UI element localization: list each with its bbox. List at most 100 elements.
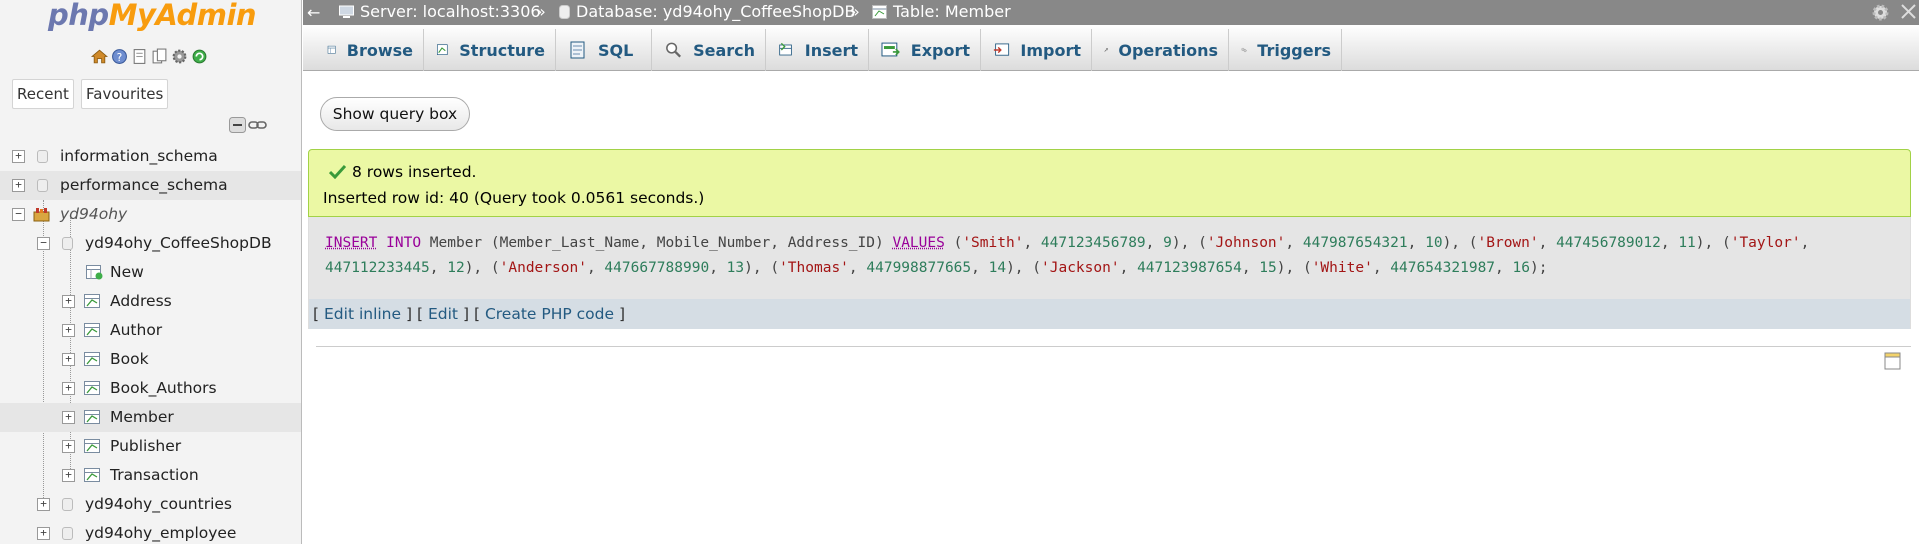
copy-icon[interactable]	[151, 48, 168, 65]
table-icon	[872, 5, 887, 19]
tab-structure[interactable]: Structure	[424, 29, 556, 71]
breadcrumb-server[interactable]: Server: localhost:3306	[339, 0, 541, 24]
tree-item-table-author[interactable]: + Author	[0, 316, 301, 345]
collapse-icon[interactable]: −	[12, 208, 25, 221]
tree-item-information-schema[interactable]: + information_schema	[0, 142, 301, 171]
collapse-icon[interactable]: −	[37, 237, 50, 250]
collapse-arrows-icon[interactable]	[1900, 3, 1917, 20]
settings-icon[interactable]	[171, 48, 188, 65]
tree-item-employee[interactable]: + yd94ohy_employee	[0, 519, 301, 544]
reload-icon[interactable]	[191, 48, 208, 65]
breadcrumb-table[interactable]: Table: Member	[872, 0, 1011, 24]
sql-value-tuple: ('Thomas', 447998877665, 14),	[770, 260, 1033, 276]
sql-number-value: 11	[1678, 235, 1696, 251]
expand-icon[interactable]: +	[62, 411, 75, 424]
breadcrumb-separator: »	[536, 2, 546, 21]
info-icon[interactable]: ?	[111, 48, 128, 65]
breadcrumb: ← Server: localhost:3306 » Database: yd9…	[303, 0, 1919, 25]
tab-operations[interactable]: Operations	[1092, 29, 1229, 71]
tree-item-performance-schema[interactable]: + performance_schema	[0, 171, 301, 200]
sql-number-value: 9	[1163, 235, 1172, 251]
tab-browse[interactable]: Browse	[315, 29, 424, 71]
toggle-navigation-icon[interactable]: ←	[307, 0, 320, 25]
sql-string-value: 'Smith'	[962, 235, 1024, 251]
sql-value-tuple: ('Jackson', 447123987654, 15),	[1032, 260, 1303, 276]
expand-icon[interactable]: +	[37, 498, 50, 511]
expand-icon[interactable]: +	[62, 295, 75, 308]
search-icon	[666, 42, 682, 58]
import-icon	[993, 43, 1010, 56]
tree-item-table-transaction[interactable]: + Transaction	[0, 461, 301, 490]
bracket-text: ]	[405, 305, 413, 323]
tab-insert[interactable]: Insert	[766, 29, 869, 71]
tree-item-yd94ohy[interactable]: − yd94ohy	[0, 200, 301, 229]
edit-link[interactable]: Edit	[428, 305, 458, 323]
sql-value-tuple: ('Anderson', 447667788990, 13),	[490, 260, 771, 276]
expand-icon[interactable]: +	[12, 150, 25, 163]
tab-triggers[interactable]: Triggers	[1229, 29, 1342, 71]
tab-search[interactable]: Search	[652, 29, 766, 71]
sql-value-tuple: ('White', 447654321987, 16);	[1302, 260, 1548, 276]
expand-icon[interactable]: +	[37, 527, 50, 540]
success-message: 8 rows inserted. Inserted row id: 40 (Qu…	[308, 149, 1911, 217]
bracket-text: ]	[462, 305, 470, 323]
expand-icon[interactable]: +	[12, 179, 25, 192]
tree-item-table-book-authors[interactable]: + Book_Authors	[0, 374, 301, 403]
table-icon	[84, 381, 100, 395]
gear-icon[interactable]	[1871, 3, 1890, 22]
expand-icon[interactable]: +	[62, 353, 75, 366]
table-icon	[84, 352, 100, 366]
tree-item-countries[interactable]: + yd94ohy_countries	[0, 490, 301, 519]
rows-inserted-text: 8 rows inserted.	[352, 163, 477, 181]
table-icon	[84, 439, 100, 453]
breadcrumb-table-label: Table: Member	[893, 2, 1011, 21]
sql-number-value: 447667788990	[604, 260, 710, 276]
database-tree: + information_schema + performance_schem…	[0, 142, 301, 544]
tree-item-table-publisher[interactable]: + Publisher	[0, 432, 301, 461]
tree-item-new-table[interactable]: New	[0, 258, 301, 287]
tab-export[interactable]: Export	[869, 29, 981, 71]
bracket-text: [	[313, 305, 320, 323]
sql-number-value: 447654321987	[1390, 260, 1496, 276]
tree-item-table-address[interactable]: + Address	[0, 287, 301, 316]
tab-label: Triggers	[1257, 40, 1331, 60]
expand-icon[interactable]: +	[62, 324, 75, 337]
recent-button[interactable]: Recent	[12, 79, 74, 109]
tree-item-table-book[interactable]: + Book	[0, 345, 301, 374]
database-icon	[559, 5, 570, 19]
show-query-box-button[interactable]: Show query box	[320, 97, 470, 131]
sql-keyword[interactable]: VALUES	[892, 235, 944, 251]
tree-item-label: performance_schema	[60, 176, 228, 194]
tree-item-label: yd94ohy	[60, 205, 128, 223]
phpmyadmin-logo[interactable]: phpMyAdmin	[48, 0, 257, 32]
triggers-icon	[1241, 47, 1247, 53]
console-notepad-icon[interactable]	[1884, 351, 1901, 370]
expand-icon[interactable]: +	[62, 382, 75, 395]
collapse-all-icon[interactable]	[229, 117, 246, 133]
new-table-icon	[86, 265, 103, 280]
sql-string-value: 'Jackson'	[1041, 260, 1120, 276]
link-icon[interactable]	[248, 117, 267, 133]
sql-number-value: 15	[1259, 260, 1277, 276]
tree-item-coffeeshopdb[interactable]: − yd94ohy_CoffeeShopDB	[0, 229, 301, 258]
create-php-code-link[interactable]: Create PHP code	[485, 305, 614, 323]
sql-keyword[interactable]: INSERT	[325, 235, 377, 251]
docs-icon[interactable]	[131, 48, 148, 65]
tab-sql[interactable]: SQL	[556, 29, 652, 71]
tree-item-label: yd94ohy_countries	[85, 495, 232, 513]
sql-string-value: 'Taylor'	[1730, 235, 1801, 251]
breadcrumb-database[interactable]: Database: yd94ohy_CoffeeShopDB	[559, 0, 855, 24]
edit-inline-link[interactable]: Edit inline	[324, 305, 401, 323]
sql-number-value: 14	[988, 260, 1007, 276]
tree-item-table-member[interactable]: + Member	[0, 403, 301, 432]
expand-icon[interactable]: +	[62, 440, 75, 453]
favourites-button[interactable]: Favourites	[81, 79, 169, 109]
sql-number-value: 10	[1425, 235, 1443, 251]
tab-label: Structure	[459, 40, 545, 60]
database-group-icon	[33, 208, 50, 222]
sql-number-value: 447998877665	[866, 260, 972, 276]
expand-icon[interactable]: +	[62, 469, 75, 482]
home-icon[interactable]	[91, 48, 108, 65]
tab-import[interactable]: Import	[981, 29, 1092, 71]
tree-item-label: Author	[110, 321, 163, 339]
